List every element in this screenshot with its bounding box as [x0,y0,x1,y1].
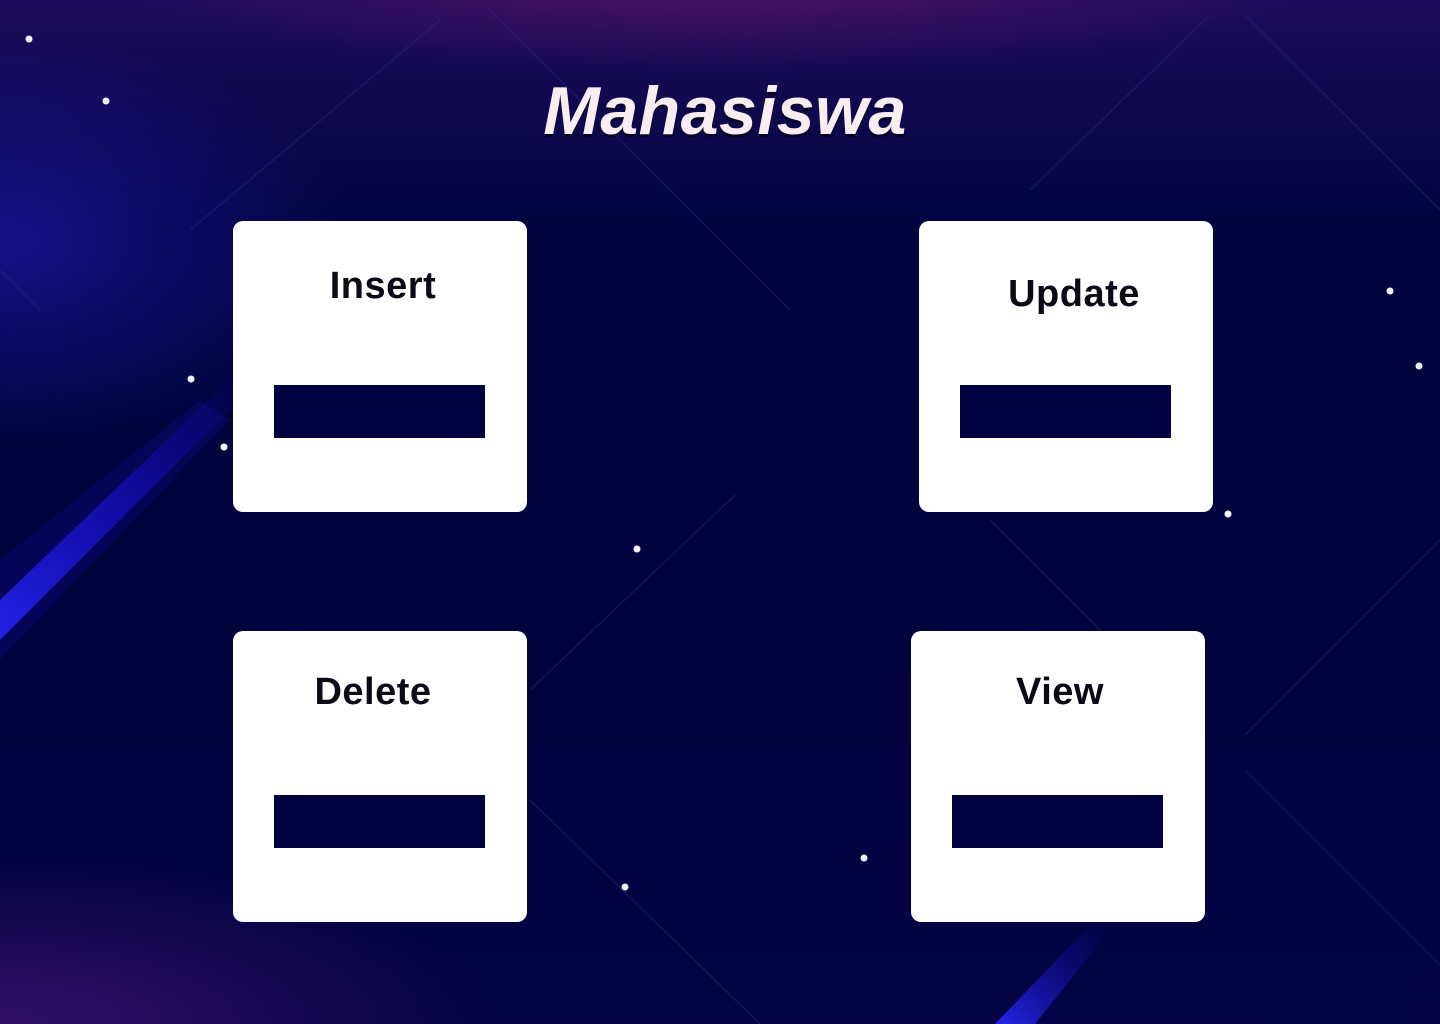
background-decoration [0,9,1440,1024]
update-button[interactable] [960,385,1171,438]
update-card-label: Update [1008,273,1140,315]
insert-card: Insert [233,221,527,512]
update-card: Update [919,221,1213,512]
view-card: View [911,631,1205,922]
view-button[interactable] [952,795,1163,848]
page-title: Mahasiswa [543,73,907,149]
insert-button[interactable] [274,385,485,438]
delete-card-label: Delete [314,671,432,713]
delete-card: Delete [233,631,527,922]
left-light-beam [0,360,260,640]
insert-card-label: Insert [329,265,437,307]
delete-button[interactable] [274,795,485,848]
bottom-light-beam [995,920,1110,1024]
view-card-label: View [1016,671,1104,713]
